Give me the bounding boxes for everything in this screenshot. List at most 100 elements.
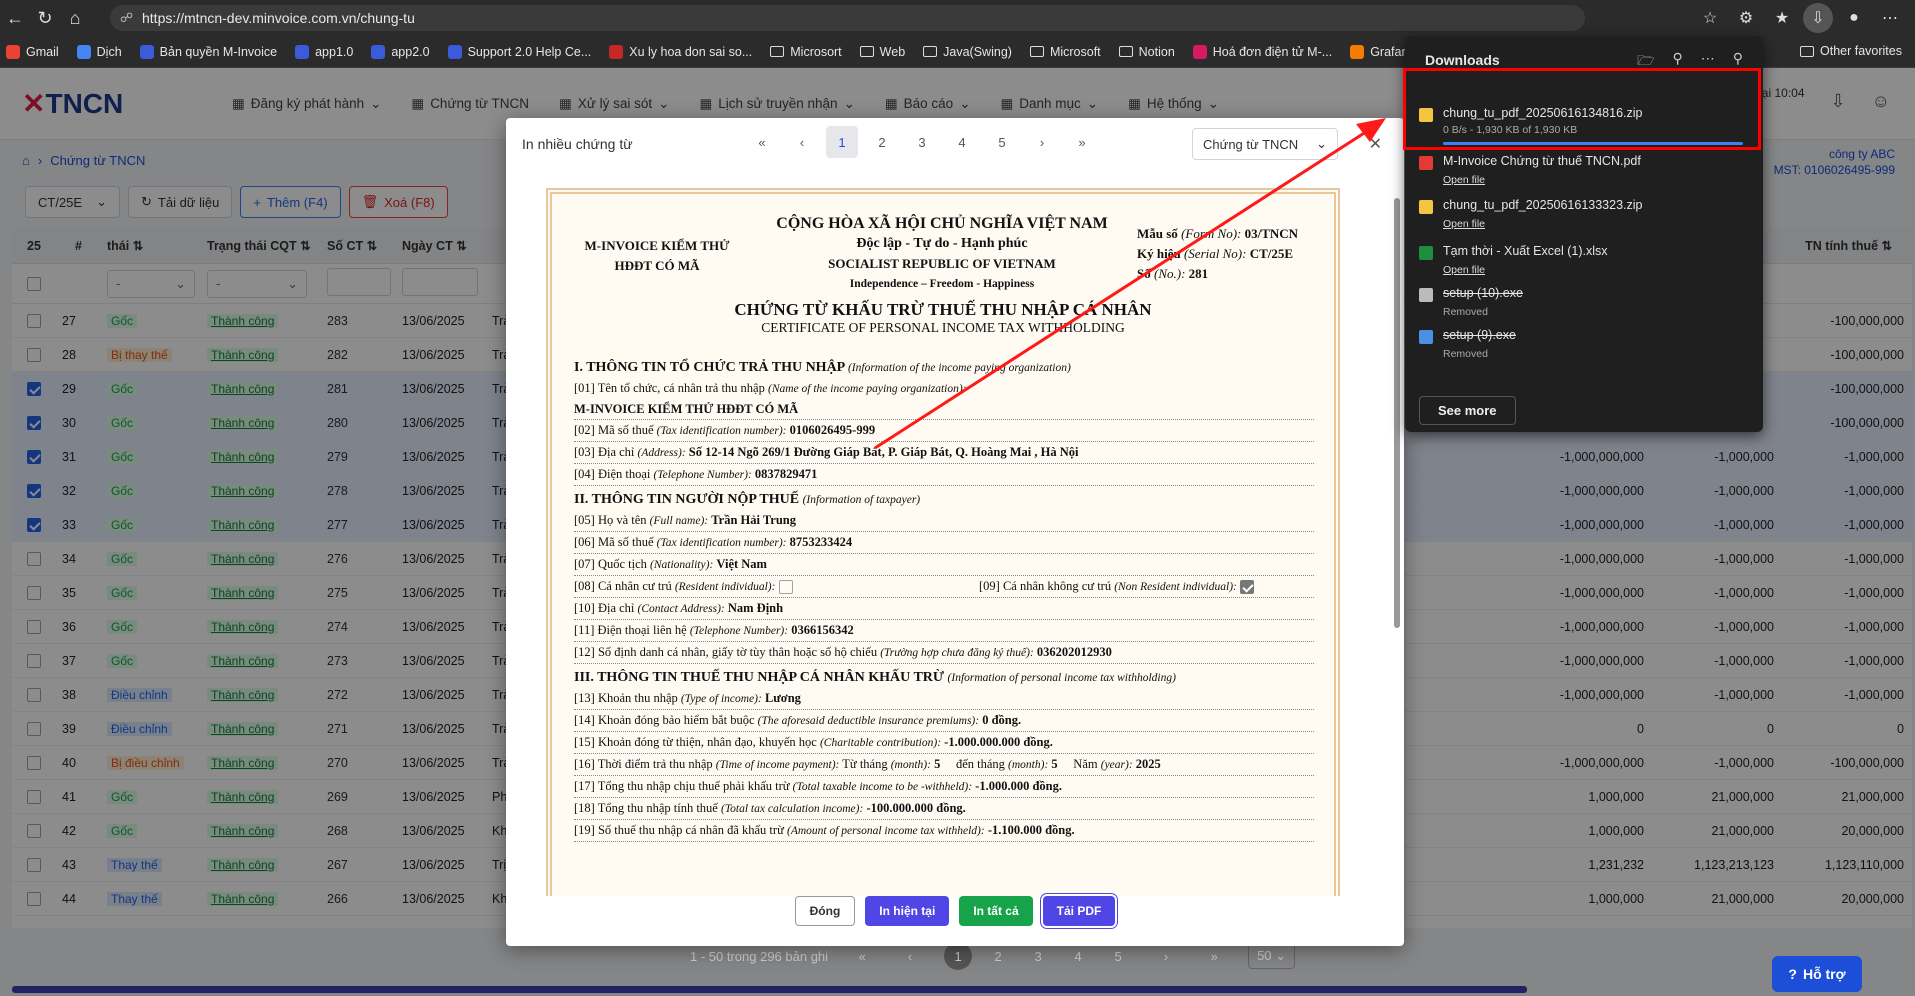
address-bar[interactable]: ☍ https://mtncn-dev.minvoice.com.vn/chun… [110,5,1585,31]
certificate-title: CHỨNG TỪ KHẤU TRỪ THUẾ THU NHẬP CÁ NHÂN … [734,300,1152,335]
bookmark-item[interactable]: app1.0 [295,44,353,59]
profile-avatar-icon[interactable]: ● [1839,3,1869,33]
bookmark-icon [371,44,386,59]
download-item[interactable]: Tạm thời - Xuất Excel (1).xlsx Open file [1419,244,1749,276]
favorite-star-icon[interactable]: ☆ [1695,3,1725,33]
download-item[interactable]: M-Invoice Chứng từ thuế TNCN.pdf Open fil… [1419,154,1749,186]
download-item[interactable]: setup (10).exe Removed [1419,286,1749,318]
browser-toolbar: ← ↻ ⌂ ☍ https://mtncn-dev.minvoice.com.v… [0,0,1915,36]
org-header: M-INVOICE KIỂM THỬ HĐĐT CÓ MÃ [584,238,730,273]
print-current-button[interactable]: In hiện tại [865,896,950,926]
resident-checkbox [778,580,793,595]
certificate-body: I. THÔNG TIN TỔ CHỨC TRẢ THU NHẬP (Infor… [574,354,1314,842]
url-text: https://mtncn-dev.minvoice.com.vn/chung-… [142,10,415,26]
download-pdf-button[interactable]: Tải PDF [1042,896,1116,926]
modal-next-page[interactable]: › [1026,126,1058,158]
bookmark-item[interactable]: Microsort [770,45,842,59]
download-item[interactable]: chung_tu_pdf_20250616133323.zip Open file [1419,198,1749,230]
certificate-document: M-INVOICE KIỂM THỬ HĐĐT CÓ MÃ CỘNG HÒA X… [546,188,1340,896]
extensions-icon[interactable]: ⚙ [1731,3,1761,33]
open-file-link[interactable]: Open file [1443,174,1641,186]
file-icon [1419,288,1433,302]
modal-page-1[interactable]: 1 [826,126,858,158]
bookmark-item[interactable]: Notion [1118,45,1175,59]
non-resident-checkbox [1240,580,1254,595]
bookmark-icon [1192,44,1207,59]
bookmark-item[interactable]: Java(Swing) [923,45,1012,59]
bookmark-item[interactable]: Xu ly hoa don sai so... [609,44,752,59]
site-info-icon[interactable]: ☍ [120,10,133,26]
next-page-button[interactable]: › [1152,942,1180,970]
bookmark-icon [1350,44,1365,59]
downloads-title: Downloads [1425,52,1500,68]
form-info: Mẫu số (Form No): 03/TNCN Ký hiệu (Seria… [1137,226,1299,281]
bookmark-icon [139,44,154,59]
bookmark-item[interactable]: Support 2.0 Help Ce... [447,44,591,59]
modal-prev-page[interactable]: ‹ [786,126,818,158]
see-more-button[interactable]: See more [1419,396,1516,425]
modal-page-2[interactable]: 2 [866,126,898,158]
favorites-icon[interactable]: ★ [1767,3,1797,33]
modal-last-page[interactable]: » [1066,126,1098,158]
first-page-button[interactable]: « [848,942,876,970]
folder-icon [923,46,938,57]
bookmark-item[interactable]: Gmail [6,44,59,59]
print-all-button[interactable]: In tất cả [959,896,1033,926]
open-file-link[interactable]: Open file [1443,218,1643,230]
bookmark-icon [295,44,310,59]
folder-icon [1118,46,1133,57]
bookmark-item[interactable]: app2.0 [371,44,430,59]
bookmark-item[interactable]: Hoá đơn điện tử M-... [1192,44,1332,59]
page-2[interactable]: 2 [984,942,1012,970]
chevron-down-icon: ⌄ [1316,136,1327,151]
open-file-link[interactable]: Open file [1443,264,1607,276]
national-header: CỘNG HÒA XÃ HỘI CHỦ NGHĨA VIỆT NAM Độc l… [776,215,1108,290]
modal-footer: Đóng In hiện tại In tất cả Tải PDF [506,896,1404,926]
bookmark-item[interactable]: Web [859,45,905,59]
modal-page-5[interactable]: 5 [986,126,1018,158]
folder-icon [1800,45,1814,57]
bookmark-icon [609,44,624,59]
document-type-select[interactable]: Chứng từ TNCN ⌄ [1192,128,1338,160]
file-icon [1419,156,1433,170]
bookmark-item[interactable]: Dịch [76,44,122,59]
highlight-box [1403,68,1761,150]
help-icon: ? [1788,966,1797,982]
table-pagination: 1 - 50 trong 296 bản ghi « ‹ 12345 › » 5… [690,942,1296,970]
modal-first-page[interactable]: « [746,126,778,158]
download-item[interactable]: setup (9).exe Removed [1419,328,1749,360]
folder-icon [1029,46,1044,57]
modal-page-3[interactable]: 3 [906,126,938,158]
page-size-select[interactable]: 50 ⌄ [1248,943,1296,969]
prev-page-button[interactable]: ‹ [896,942,924,970]
modal-title: In nhiều chứng từ [522,136,633,152]
page-5[interactable]: 5 [1104,942,1132,970]
bookmark-icon [447,44,462,59]
home-icon[interactable]: ⌂ [60,3,90,33]
downloads-icon[interactable]: ⇩ [1803,3,1833,33]
preview-scrollbar[interactable] [1394,198,1400,628]
more-menu-icon[interactable]: ⋯ [1875,3,1905,33]
back-icon[interactable]: ← [0,3,30,33]
certificate-preview[interactable]: M-INVOICE KIỂM THỬ HĐĐT CÓ MÃ CỘNG HÒA X… [546,188,1340,896]
bookmark-icon [6,44,20,59]
close-icon[interactable]: ✕ [1369,134,1382,154]
file-icon [1419,330,1433,344]
page-4[interactable]: 4 [1064,942,1092,970]
close-button[interactable]: Đóng [794,896,856,926]
last-page-button[interactable]: » [1200,942,1228,970]
file-icon [1419,200,1433,214]
page-3[interactable]: 3 [1024,942,1052,970]
bookmark-item[interactable]: Bản quyền M-Invoice [139,44,277,59]
other-favorites[interactable]: Other favorites [1800,44,1902,58]
support-button[interactable]: ? Hỗ trợ [1772,956,1862,992]
reload-icon[interactable]: ↻ [30,3,60,33]
bookmark-item[interactable]: Microsoft [1029,45,1101,59]
file-icon [1419,246,1433,260]
folder-icon [770,46,785,57]
bookmark-icon [76,44,91,59]
modal-page-4[interactable]: 4 [946,126,978,158]
pager-info: 1 - 50 trong 296 bản ghi [690,948,829,964]
page-1[interactable]: 1 [944,942,973,970]
print-multiple-modal: In nhiều chứng từ « ‹ 12345 › » Chứng từ… [506,118,1404,946]
